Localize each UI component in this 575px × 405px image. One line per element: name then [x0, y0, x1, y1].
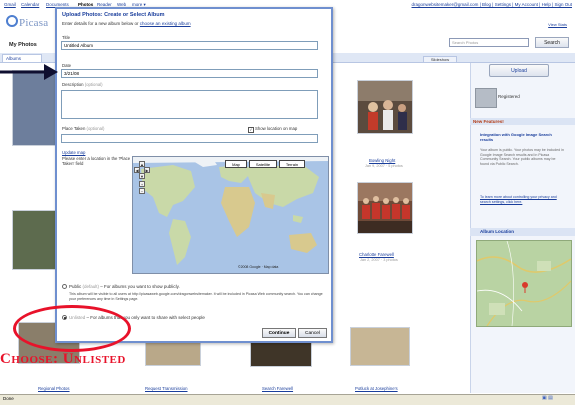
place-taken-label: Place Taken (optional): [62, 126, 105, 131]
album-caption-search-farewell[interactable]: Search Farewell: [262, 386, 293, 391]
privacy-settings-link[interactable]: To learn more about controlling your pri…: [480, 195, 565, 204]
album-date-input[interactable]: 3/21/08: [61, 69, 318, 78]
album-title-input[interactable]: Untitled Album: [61, 41, 318, 50]
public-option-description: This album will be visible to all users …: [69, 292, 323, 301]
album-location-map[interactable]: [476, 240, 572, 327]
new-feature-text: Your album is public. Your photos may be…: [480, 148, 564, 166]
zoom-out-icon[interactable]: −: [139, 188, 145, 194]
username[interactable]: Registered: [498, 94, 520, 99]
location-map[interactable]: Map Satellite Terrain ▲ ◀ ▶ ▼ + −: [132, 156, 329, 274]
photo-thumbnail[interactable]: [357, 182, 413, 234]
album-date: Jan 9, 2007 · 5 photos: [365, 164, 403, 168]
security-icon: ▤: [548, 395, 553, 401]
search-input[interactable]: Search Photos: [449, 38, 529, 47]
avatar[interactable]: [475, 88, 497, 108]
small-map-terrain: [477, 241, 571, 326]
new-feature-title: Integration with Google Image Search res…: [480, 132, 552, 142]
pan-down-icon[interactable]: ▼: [139, 173, 145, 179]
public-radio[interactable]: [62, 284, 67, 289]
album-date: Jan 2, 2007 · 3 photos: [360, 258, 398, 262]
continue-button[interactable]: Continue: [262, 328, 296, 338]
slideshow-button[interactable]: Slideshow: [423, 56, 457, 63]
album-caption-potluck[interactable]: Potluck at Josephine's: [355, 386, 398, 391]
picasa-logo-icon: [6, 15, 18, 27]
dialog-subtitle: Enter details for a new album below or c…: [62, 21, 191, 26]
photo-group: [358, 183, 412, 233]
title-label: Title: [62, 35, 70, 40]
status-icons: ▣ ▤: [542, 395, 572, 402]
annotation-text: Choose: Unlisted: [0, 351, 126, 367]
album-location-heading: Album Location: [470, 228, 575, 236]
user-account-links[interactable]: dragonwebsitemaker@gmail.com | Blog | Se…: [412, 2, 572, 7]
cancel-button[interactable]: Cancel: [298, 328, 327, 338]
gbar-link-gmail[interactable]: Gmail: [4, 2, 16, 7]
description-label: Description (optional): [62, 82, 103, 87]
map-type-terrain-button[interactable]: Terrain: [279, 160, 305, 168]
public-option-label: Public (default) – For albums you want t…: [69, 284, 180, 289]
picasa-logo[interactable]: Picasa: [6, 15, 48, 29]
view-stats-link[interactable]: View Stats: [548, 22, 567, 27]
gbar-link-calendar[interactable]: Calendar: [21, 2, 39, 7]
show-location-checkbox[interactable]: ✓ Show location on map: [248, 126, 297, 133]
upload-button[interactable]: Upload: [489, 64, 549, 77]
album-caption-charlotte-farewell[interactable]: Charlotte Farewell: [359, 252, 394, 257]
photo-thumbnail[interactable]: [12, 210, 56, 270]
album-caption-request-transmission[interactable]: Request Transmission: [145, 386, 188, 391]
new-features-heading: New Features!: [470, 118, 575, 125]
internet-zone-icon: ▣: [542, 395, 547, 401]
album-caption-regional-photos[interactable]: Regional Photos: [38, 386, 70, 391]
photo-thumbnail[interactable]: [350, 327, 410, 366]
map-type-map-button[interactable]: Map: [225, 160, 247, 168]
annotation-oval: [13, 305, 131, 352]
photo-bowling: [358, 81, 412, 130]
map-help-text: Please enter a location in the 'Place Ta…: [62, 156, 131, 167]
choose-existing-album-link[interactable]: choose an existing album: [140, 21, 191, 26]
zoom-in-icon[interactable]: +: [139, 181, 145, 187]
browser-status-bar: [0, 394, 575, 405]
status-text: Done: [3, 396, 14, 401]
album-description-textarea[interactable]: [61, 90, 318, 119]
my-photos-heading: My Photos: [9, 42, 37, 48]
photo-thumbnail[interactable]: [357, 80, 413, 134]
date-label: Date: [62, 63, 72, 68]
album-caption-bowling-night[interactable]: Bowling Night: [369, 158, 395, 163]
place-taken-input[interactable]: [61, 134, 318, 143]
annotation-arrow: [0, 64, 58, 80]
dialog-title: Upload Photos: Create or Select Album: [62, 12, 165, 18]
update-map-link[interactable]: Update map: [62, 150, 85, 155]
world-map: [133, 157, 328, 273]
search-button[interactable]: Search: [535, 37, 569, 48]
map-credit: ©2008 Google · Map data: [238, 265, 279, 269]
map-type-satellite-button[interactable]: Satellite: [249, 160, 277, 168]
